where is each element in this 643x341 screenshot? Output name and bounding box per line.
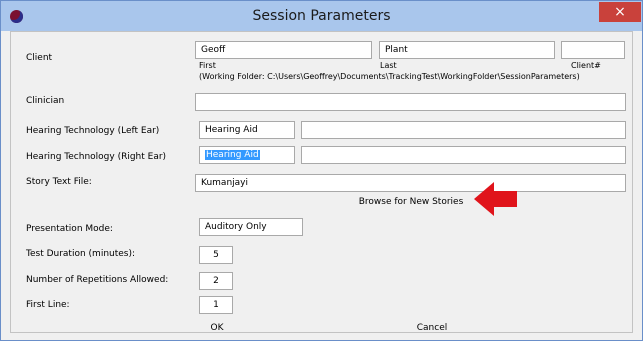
window-title: Session Parameters [252, 8, 391, 24]
client-label: Client [26, 53, 53, 63]
repetitions-label: Number of Repetitions Allowed: [26, 275, 169, 285]
presentation-mode-label: Presentation Mode: [26, 224, 113, 234]
client-first-name-field[interactable]: Geoff [195, 41, 372, 59]
red-arrow-icon [474, 182, 517, 216]
close-button[interactable]: × [599, 2, 641, 22]
hearing-right-select[interactable]: Hearing Aid [199, 146, 295, 164]
hearing-left-select[interactable]: Hearing Aid [199, 121, 295, 139]
hearing-left-detail-field[interactable] [301, 121, 626, 139]
working-folder-path: (Working Folder: C:\Users\Geoffrey\Docum… [199, 72, 580, 81]
test-duration-label: Test Duration (minutes): [26, 249, 136, 259]
client-number-field[interactable] [561, 41, 625, 59]
hearing-right-selected-text: Hearing Aid [205, 150, 260, 160]
first-caption: First [199, 61, 216, 70]
client-number-caption: Client# [571, 61, 601, 70]
test-duration-field[interactable]: 5 [199, 246, 233, 264]
repetitions-field[interactable]: 2 [199, 272, 233, 290]
browse-stories-button[interactable]: Browse for New Stories [341, 197, 481, 207]
parameters-panel: Client Geoff Plant First Last Client# (W… [10, 31, 633, 333]
title-bar[interactable]: Session Parameters × [1, 1, 642, 31]
session-parameters-window: Session Parameters × Client Geoff Plant … [0, 0, 643, 341]
cancel-button[interactable]: Cancel [407, 323, 457, 333]
presentation-mode-select[interactable]: Auditory Only [199, 218, 303, 236]
clinician-field[interactable] [195, 93, 626, 111]
hearing-left-label: Hearing Technology (Left Ear) [26, 126, 160, 136]
story-file-field[interactable]: Kumanjayi [195, 174, 626, 192]
ok-button[interactable]: OK [197, 323, 237, 333]
hearing-right-label: Hearing Technology (Right Ear) [26, 152, 167, 162]
first-line-field[interactable]: 1 [199, 296, 233, 314]
last-caption: Last [380, 61, 397, 70]
client-last-name-field[interactable]: Plant [379, 41, 555, 59]
story-label: Story Text File: [26, 177, 92, 187]
hearing-right-detail-field[interactable] [301, 146, 626, 164]
clinician-label: Clinician [26, 96, 65, 106]
first-line-label: First Line: [26, 300, 70, 310]
